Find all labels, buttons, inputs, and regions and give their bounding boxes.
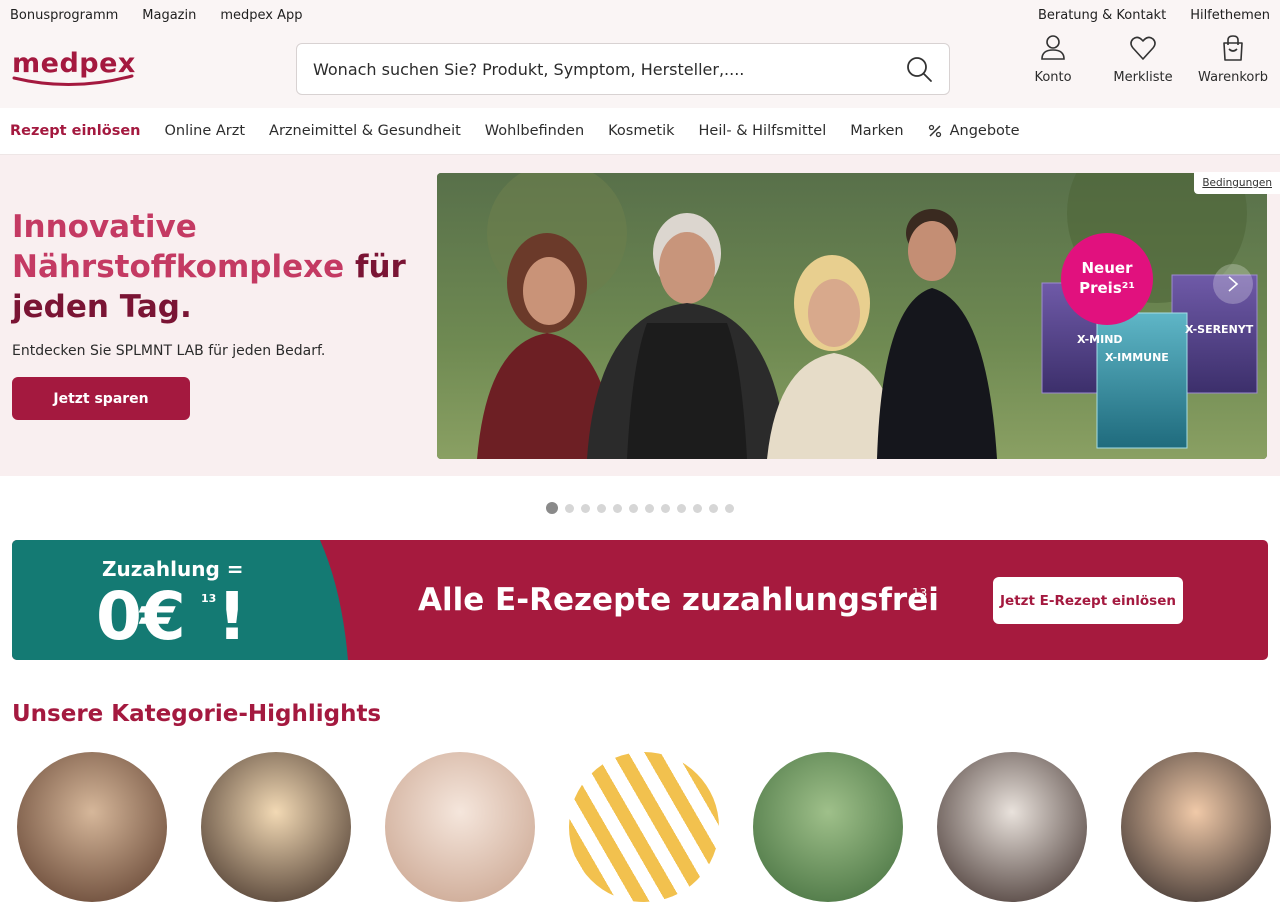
main-nav: Rezept einlösen Online Arzt Arzneimittel… — [0, 108, 1280, 155]
user-icon — [1041, 35, 1065, 60]
nav-item-hilfsmittel[interactable]: Heil- & Hilfsmittel — [699, 123, 827, 139]
utility-link-contact[interactable]: Beratung & Kontakt — [1038, 8, 1166, 23]
slider-dot[interactable] — [709, 503, 718, 513]
account-label: Konto — [1034, 70, 1072, 85]
slider-dot[interactable] — [645, 503, 654, 513]
slider-dots — [546, 502, 734, 514]
slider-dot[interactable] — [597, 503, 606, 513]
conditions-link[interactable]: Bedingungen — [1194, 172, 1280, 194]
wishlist-button[interactable]: Merkliste — [1110, 34, 1176, 85]
slider-next-button[interactable] — [1213, 264, 1253, 304]
banner-headline: Alle E-Rezepte zuzahlungsfrei — [418, 582, 939, 618]
search-icon[interactable] — [905, 55, 933, 83]
nav-item-angebote-label: Angebote — [949, 123, 1020, 139]
main-header: medpex Konto — [0, 30, 1280, 108]
category-highlights-title: Unsere Kategorie-Highlights — [12, 701, 382, 727]
nav-item-marken[interactable]: Marken — [850, 123, 903, 139]
slider-dot[interactable] — [546, 502, 558, 514]
percent-icon — [928, 124, 941, 138]
chevron-right-icon — [1228, 276, 1239, 292]
nav-item-rezept[interactable]: Rezept einlösen — [10, 123, 140, 139]
slider-dot[interactable] — [581, 503, 590, 513]
slider-dot[interactable] — [629, 503, 638, 513]
hero-title-part: für — [354, 249, 406, 285]
hero-title-part: Nährstoffkomplexe — [12, 249, 345, 285]
hero-title-part: jeden Tag. — [12, 289, 192, 325]
nav-item-angebote[interactable]: Angebote — [928, 123, 1020, 139]
category-item[interactable] — [201, 752, 351, 902]
utility-link-help[interactable]: Hilfethemen — [1190, 8, 1270, 23]
cart-button[interactable]: Warenkorb — [1198, 34, 1268, 85]
utility-bar: Bonusprogramm Magazin medpex App Beratun… — [0, 0, 1280, 30]
product-name-3: X-SERENYT — [1185, 323, 1254, 336]
nav-item-wohlbefinden[interactable]: Wohlbefinden — [485, 123, 584, 139]
hero-cta-button[interactable]: Jetzt sparen — [12, 377, 190, 420]
utility-link-app[interactable]: medpex App — [220, 8, 302, 23]
category-item[interactable] — [937, 752, 1087, 902]
search-bar — [296, 43, 950, 95]
logo-swoosh-icon — [12, 74, 134, 87]
wishlist-label: Merkliste — [1113, 70, 1173, 85]
shopping-bag-icon — [1223, 35, 1243, 61]
category-item[interactable] — [17, 752, 167, 902]
hero-title: Innovative Nährstoffkomplexe für jeden T… — [12, 207, 422, 327]
utility-link-magazin[interactable]: Magazin — [142, 8, 196, 23]
cart-label: Warenkorb — [1198, 70, 1268, 85]
nav-item-arzneimittel[interactable]: Arzneimittel & Gesundheit — [269, 123, 461, 139]
hero-banner-image[interactable]: X-MIND X-IMMUNE X-SERENYT Neuer Preis²¹ — [437, 173, 1267, 459]
medpex-logo[interactable]: medpex — [12, 44, 135, 94]
slider-dot[interactable] — [693, 503, 702, 513]
search-input[interactable] — [313, 59, 905, 79]
banner-copay-amount: 0€ — [96, 578, 186, 655]
category-item[interactable] — [753, 752, 903, 902]
product-name-1: X-MIND — [1077, 333, 1123, 346]
utility-link-bonus[interactable]: Bonusprogramm — [10, 8, 118, 23]
slider-dot[interactable] — [725, 503, 734, 513]
category-item[interactable] — [385, 752, 535, 902]
banner-headline-footnote: 13 — [912, 586, 928, 600]
banner-copay-footnote: 13 — [201, 592, 217, 605]
slider-dot[interactable] — [613, 503, 622, 513]
product-name-2: X-IMMUNE — [1105, 351, 1169, 364]
hero-section: Innovative Nährstoffkomplexe für jeden T… — [0, 155, 1280, 476]
header: Bonusprogramm Magazin medpex App Beratun… — [0, 0, 1280, 108]
nav-item-online-arzt[interactable]: Online Arzt — [164, 123, 245, 139]
heart-icon — [1130, 36, 1156, 60]
category-item[interactable] — [1121, 752, 1271, 902]
category-item[interactable] — [569, 752, 719, 902]
hero-photo: X-MIND X-IMMUNE X-SERENYT Neuer Preis²¹ — [437, 173, 1267, 459]
hero-title-part: Innovative — [12, 209, 197, 245]
category-highlights-list — [17, 752, 1271, 902]
slider-dot[interactable] — [661, 503, 670, 513]
badge-line-2: Preis²¹ — [1079, 279, 1135, 297]
slider-dot[interactable] — [677, 503, 686, 513]
hero-text: Innovative Nährstoffkomplexe für jeden T… — [12, 207, 422, 420]
slider-dot[interactable] — [565, 503, 574, 513]
hero-subtitle: Entdecken Sie SPLMNT LAB für jeden Bedar… — [12, 343, 326, 359]
e-rezept-button[interactable]: Jetzt E-Rezept einlösen — [993, 577, 1183, 624]
e-rezept-banner[interactable]: Zuzahlung = 0€ 13 ! Alle E-Rezepte zuzah… — [12, 540, 1268, 660]
banner-exclamation: ! — [217, 578, 248, 655]
header-actions: Konto Merkliste Warenkorb — [1020, 34, 1268, 85]
nav-item-kosmetik[interactable]: Kosmetik — [608, 123, 674, 139]
badge-line-1: Neuer — [1082, 259, 1134, 277]
account-button[interactable]: Konto — [1020, 34, 1086, 85]
